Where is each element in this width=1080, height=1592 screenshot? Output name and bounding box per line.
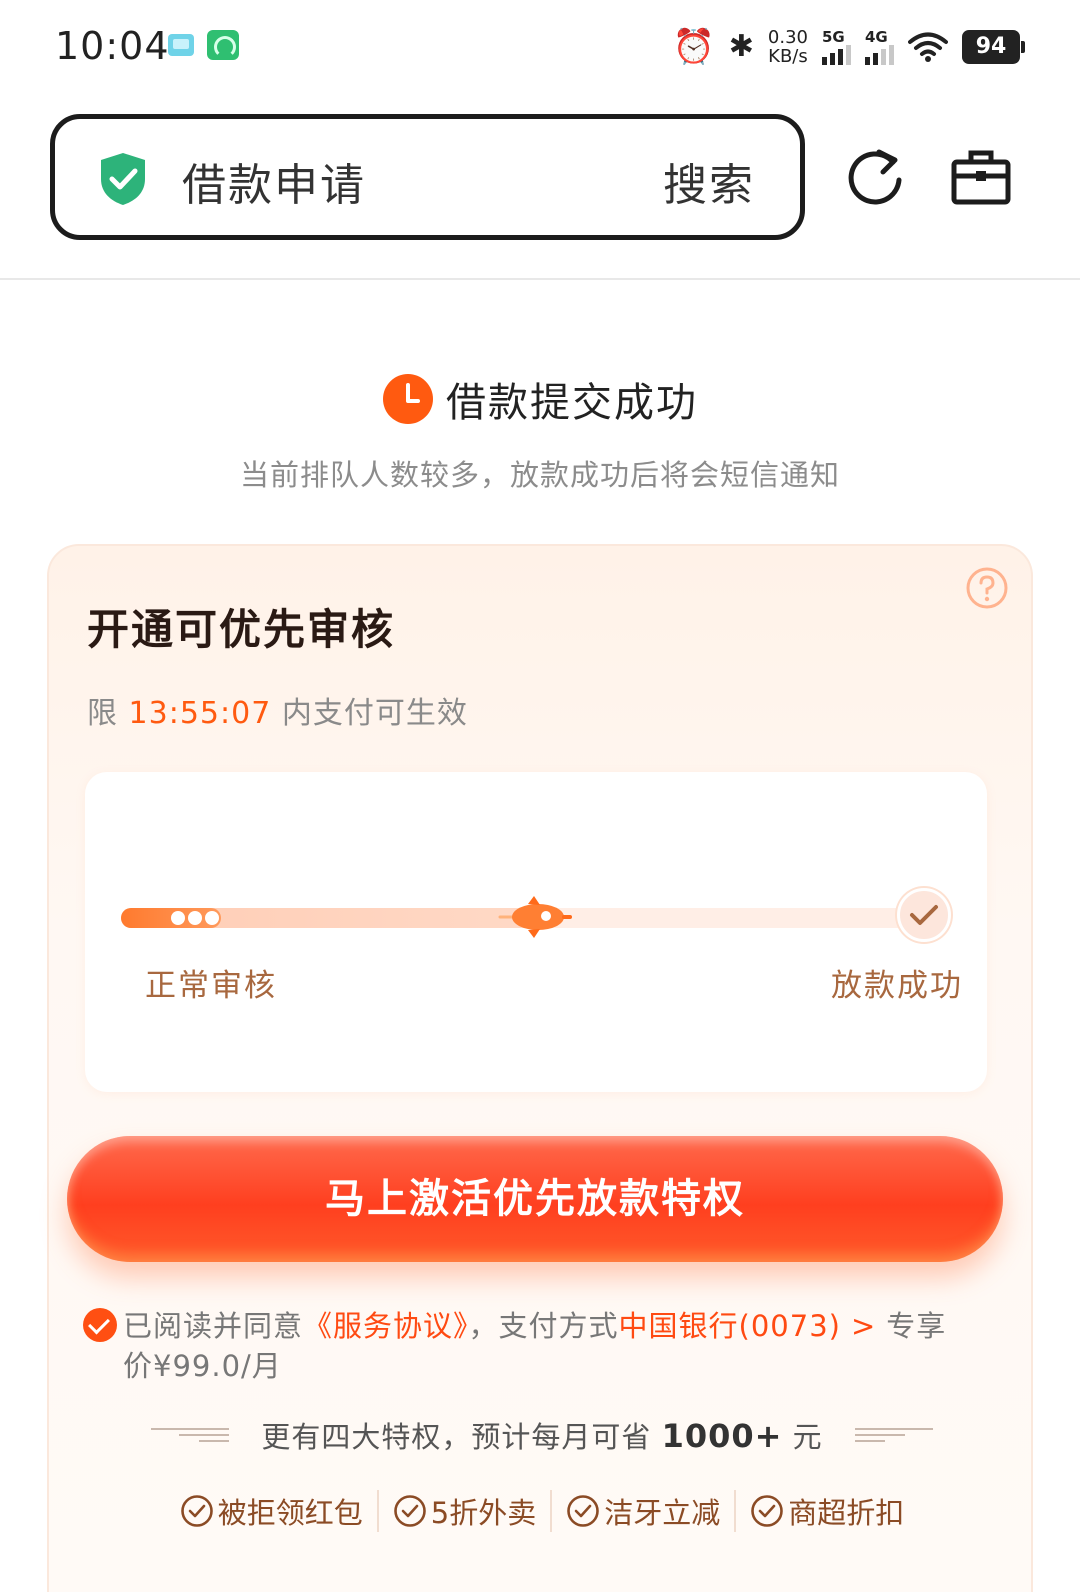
- perk-summary: 更有四大特权，预计每月可省 1000+ 元: [49, 1414, 1035, 1456]
- status-indicators: ⏰ ✱ 0.30 KB/s 5G 4G 94: [672, 22, 1025, 72]
- shield-check-icon: [101, 153, 145, 205]
- notification-app-icon: [168, 34, 194, 56]
- agreement-prefix: 已阅读并同意: [123, 1309, 304, 1343]
- bluetooth-icon: ✱: [728, 29, 754, 64]
- benefit-label: 商超折扣: [788, 1496, 905, 1530]
- service-agreement-link[interactable]: 《服务协议》: [303, 1309, 469, 1343]
- progress-panel: 正常审核 放款成功: [85, 772, 987, 1092]
- search-input[interactable]: 借款申请: [182, 149, 366, 213]
- signal-bars-icon: [865, 45, 894, 65]
- briefcase-icon[interactable]: [950, 146, 1012, 208]
- payment-method-link[interactable]: 中国银行(0073): [619, 1309, 841, 1343]
- agreement-row: 已阅读并同意《服务协议》，支付方式中国银行(0073) > 专享 价¥99.0/月: [83, 1306, 983, 1386]
- progress-end-label: 放款成功: [831, 968, 963, 1004]
- benefit-item: 商超折扣: [734, 1490, 918, 1532]
- clock-icon: [383, 374, 433, 424]
- network-speed: 0.30 KB/s: [768, 28, 808, 66]
- progress-dots: [171, 911, 219, 925]
- check-circle-icon: [567, 1495, 600, 1527]
- network-speed-value: 0.30: [767, 27, 808, 48]
- notification-app-icon-2: [207, 30, 239, 60]
- rocket-icon: [498, 896, 572, 938]
- network-speed-unit: KB/s: [768, 46, 808, 67]
- help-icon[interactable]: [965, 566, 1009, 610]
- check-circle-icon: [751, 1495, 784, 1527]
- submission-status: 借款提交成功: [0, 370, 1080, 428]
- search-button[interactable]: 搜索: [663, 149, 755, 213]
- benefit-item: 5折外卖: [376, 1490, 550, 1532]
- perk-amount: 1000+: [661, 1417, 783, 1455]
- wifi-icon: [908, 32, 948, 62]
- perk-text: 更有四大特权，预计每月可省 1000+ 元: [261, 1414, 822, 1456]
- countdown-text: 限 13:55:07 内支付可生效: [87, 688, 468, 732]
- chevron-right-icon[interactable]: >: [851, 1309, 876, 1343]
- countdown-prefix: 限: [87, 696, 118, 731]
- benefit-item: 被拒领红包: [166, 1490, 377, 1532]
- agreement-checkbox[interactable]: [83, 1308, 117, 1342]
- signal-4g-label: 4G: [865, 28, 888, 46]
- battery-indicator: 94: [962, 30, 1025, 64]
- agreement-mid: ，支付方式: [468, 1309, 619, 1343]
- benefit-item: 洁牙立减: [550, 1490, 734, 1532]
- benefit-label: 洁牙立减: [604, 1496, 721, 1530]
- progress-start-label: 正常审核: [145, 968, 277, 1004]
- agreement-suffix: 专享: [886, 1309, 947, 1343]
- check-circle-icon: [393, 1495, 426, 1527]
- activate-priority-button[interactable]: 马上激活优先放款特权: [67, 1136, 1003, 1262]
- decorative-lines-right-icon: [854, 1428, 933, 1442]
- perk-unit: 元: [792, 1420, 823, 1454]
- signal-5g: 5G: [822, 29, 851, 65]
- decorative-lines-left-icon: [151, 1428, 230, 1442]
- status-subtitle: 当前排队人数较多，放款成功后将会短信通知: [239, 458, 840, 492]
- check-circle-icon: [180, 1495, 213, 1527]
- refresh-icon[interactable]: [845, 146, 907, 208]
- signal-bars-icon: [822, 45, 851, 65]
- search-box[interactable]: 借款申请 搜索: [50, 114, 805, 240]
- price-text: 价¥99.0/月: [123, 1349, 282, 1383]
- signal-5g-label: 5G: [822, 28, 845, 46]
- completion-check-icon: [897, 888, 951, 942]
- status-title: 借款提交成功: [446, 380, 698, 426]
- header-divider: [0, 278, 1080, 280]
- benefit-label: 5折外卖: [430, 1496, 537, 1530]
- status-time: 10:04: [55, 24, 170, 68]
- alarm-icon: ⏰: [672, 27, 715, 67]
- perk-prefix: 更有四大特权，预计每月可省: [261, 1420, 652, 1454]
- status-bar: 10:04 ⏰ ✱ 0.30 KB/s 5G 4G 94: [0, 0, 1080, 92]
- countdown-timer: 13:55:07: [128, 696, 272, 731]
- countdown-suffix: 内支付可生效: [281, 696, 468, 731]
- card-title: 开通可优先审核: [87, 605, 396, 654]
- priority-review-card: 开通可优先审核 限 13:55:07 内支付可生效 正常审核 放款成功 马上激活…: [47, 544, 1033, 1592]
- signal-4g: 4G: [865, 29, 894, 65]
- benefit-list: 被拒领红包 5折外卖 洁牙立减 商超折扣: [49, 1490, 1035, 1532]
- benefit-label: 被拒领红包: [217, 1496, 363, 1530]
